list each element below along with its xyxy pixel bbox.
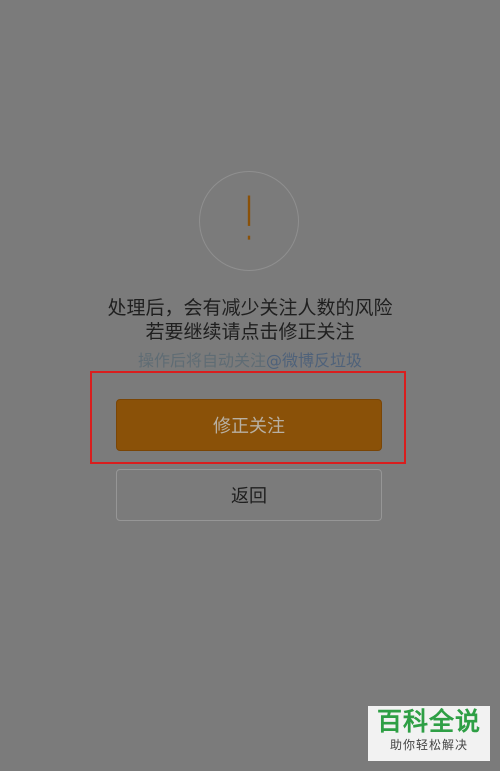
alert-exclamation-icon bbox=[199, 171, 299, 271]
back-button[interactable]: 返回 bbox=[116, 469, 382, 521]
watermark-logo: 百科全说 助你轻松解决 bbox=[368, 706, 490, 761]
watermark-subtitle: 助你轻松解决 bbox=[389, 738, 468, 752]
auto-follow-hint: 操作后将自动关注@微博反垃圾 bbox=[0, 350, 500, 372]
hint-prefix: 操作后将自动关注 bbox=[137, 351, 266, 370]
fix-follow-button[interactable]: 修正关注 bbox=[116, 399, 382, 451]
warning-text-line2: 若要继续请点击修正关注 bbox=[145, 321, 355, 343]
watermark-title: 百科全说 bbox=[376, 707, 481, 736]
weibo-antispam-mention[interactable]: @微博反垃圾 bbox=[266, 351, 362, 370]
warning-text-line1: 处理后，会有减少关注人数的风险 bbox=[107, 297, 393, 319]
dialog-screen: 处理后，会有减少关注人数的风险 若要继续请点击修正关注 操作后将自动关注@微博反… bbox=[0, 0, 500, 771]
